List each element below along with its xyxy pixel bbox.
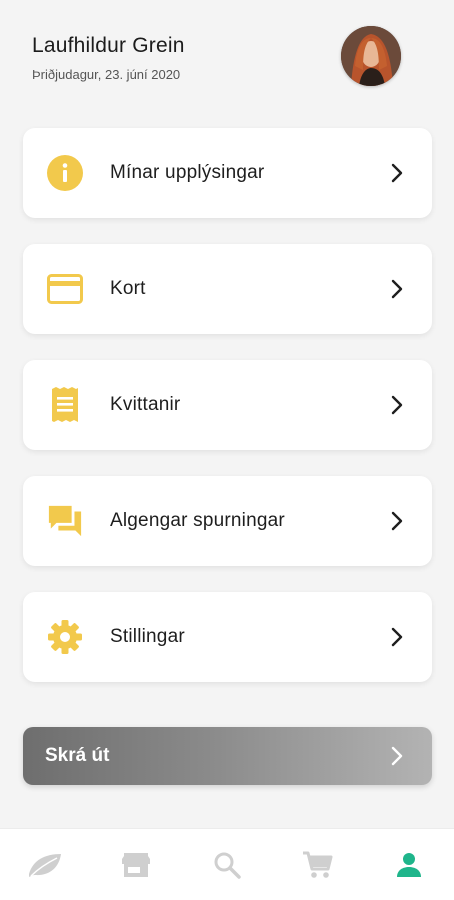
- gear-icon: [47, 619, 83, 655]
- chevron-right-icon: [391, 511, 403, 531]
- nav-item-stores[interactable]: [106, 835, 166, 895]
- current-date: Þriðjudagur, 23. júní 2020: [32, 67, 181, 82]
- menu-item-label: Algengar spurningar: [110, 510, 285, 531]
- menu-item-receipts[interactable]: Kvittanir: [23, 360, 432, 450]
- menu-item-my-info[interactable]: Mínar upplýsingar: [23, 128, 432, 218]
- info-icon: [47, 155, 83, 191]
- chevron-right-icon: [391, 395, 403, 415]
- menu-item-faq[interactable]: Algengar spurningar: [23, 476, 432, 566]
- menu-item-settings[interactable]: Stillingar: [23, 592, 432, 682]
- user-name: Laufhildur Grein: [32, 34, 185, 57]
- nav-item-profile[interactable]: [379, 835, 439, 895]
- chevron-right-icon: [391, 163, 403, 183]
- chevron-right-icon: [391, 746, 403, 766]
- menu-item-label: Stillingar: [110, 626, 185, 647]
- search-icon: [214, 852, 241, 879]
- menu-item-label: Mínar upplýsingar: [110, 162, 265, 183]
- store-icon: [122, 852, 151, 877]
- leaf-icon: [29, 853, 62, 877]
- receipt-icon: [47, 387, 83, 423]
- profile-icon: [396, 852, 421, 877]
- nav-item-cart[interactable]: [288, 835, 348, 895]
- nav-item-home[interactable]: [15, 835, 75, 895]
- menu-item-label: Kvittanir: [110, 394, 181, 415]
- chevron-right-icon: [391, 279, 403, 299]
- avatar-image: [341, 26, 401, 86]
- credit-card-icon: [47, 271, 83, 307]
- logout-button[interactable]: Skrá út: [23, 727, 432, 785]
- cart-icon: [302, 851, 333, 878]
- nav-item-search[interactable]: [197, 835, 257, 895]
- chat-icon: [47, 503, 83, 539]
- avatar[interactable]: [341, 26, 401, 86]
- profile-header: Laufhildur Grein Þriðjudagur, 23. júní 2…: [0, 0, 454, 110]
- menu-item-label: Kort: [110, 278, 146, 299]
- menu-item-card[interactable]: Kort: [23, 244, 432, 334]
- bottom-navigation: [0, 828, 454, 900]
- chevron-right-icon: [391, 627, 403, 647]
- menu-list: Mínar upplýsingar Kort Kvittanir Algenga…: [23, 128, 432, 708]
- logout-label: Skrá út: [45, 745, 110, 766]
